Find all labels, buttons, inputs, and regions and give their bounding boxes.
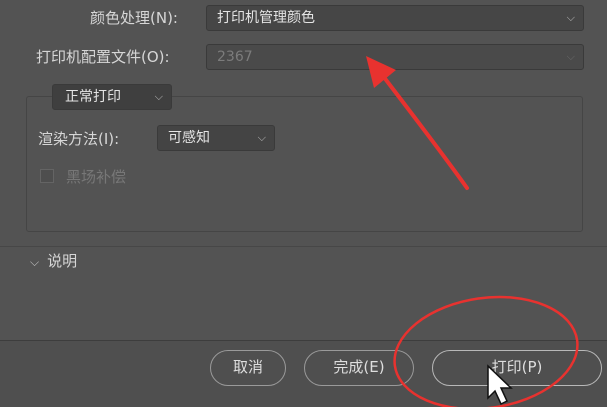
description-disclosure[interactable]: ⌵ 说明 <box>30 250 77 271</box>
printer-profile-select: 2367 ⌵ <box>206 44 584 70</box>
chevron-down-icon: ⌵ <box>566 50 575 63</box>
section-divider <box>0 246 607 247</box>
rendering-intent-value: 可感知 <box>168 130 210 146</box>
done-button[interactable]: 完成(E) <box>304 350 414 386</box>
chevron-down-icon: ⌵ <box>30 255 40 269</box>
print-button[interactable]: 打印(P) <box>432 350 602 386</box>
color-handling-value: 打印机管理颜色 <box>217 10 315 26</box>
proof-mode-value: 正常打印 <box>65 89 121 105</box>
black-point-compensation-checkbox <box>40 169 54 183</box>
printer-profile-value: 2367 <box>217 49 253 65</box>
proof-settings-group <box>26 96 583 232</box>
color-handling-label: 颜色处理(N): <box>90 9 178 27</box>
cancel-button[interactable]: 取消 <box>210 350 286 386</box>
description-label: 说明 <box>47 252 78 270</box>
rendering-intent-label: 渲染方法(I): <box>38 130 120 148</box>
chevron-down-icon: ⌵ <box>566 11 575 24</box>
chevron-down-icon: ⌵ <box>154 90 163 103</box>
footer-divider <box>0 340 607 341</box>
printer-profile-label: 打印机配置文件(O): <box>36 48 170 66</box>
black-point-compensation-label: 黑场补偿 <box>66 168 127 186</box>
rendering-intent-select[interactable]: 可感知 ⌵ <box>157 125 275 151</box>
chevron-down-icon: ⌵ <box>257 131 266 144</box>
color-handling-select[interactable]: 打印机管理颜色 ⌵ <box>206 5 584 31</box>
proof-mode-select[interactable]: 正常打印 ⌵ <box>52 84 172 110</box>
